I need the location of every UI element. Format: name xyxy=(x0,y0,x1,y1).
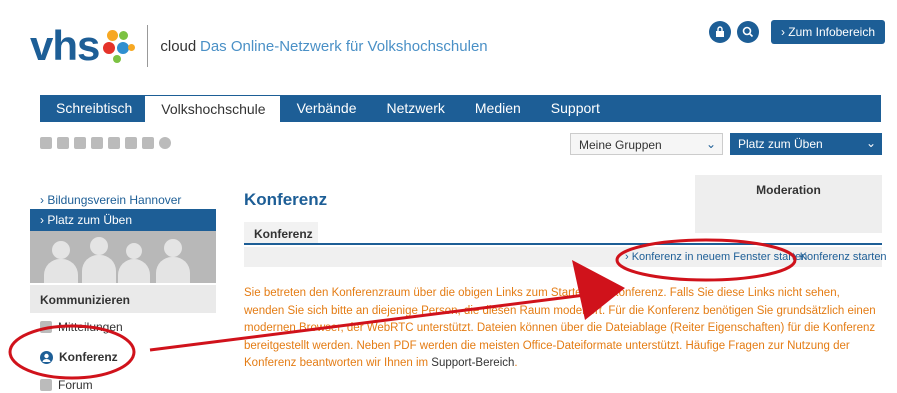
nav-support[interactable]: Support xyxy=(539,95,612,122)
toolbar xyxy=(40,137,171,149)
chevron-down-icon: ⌄ xyxy=(705,137,716,151)
top-actions: › Zum Infobereich xyxy=(708,20,885,44)
help-icon[interactable] xyxy=(159,137,171,149)
lock-icon[interactable] xyxy=(708,21,731,43)
vhs-logo[interactable]: vhs cloud xyxy=(30,22,196,70)
document-icon[interactable] xyxy=(57,137,69,149)
groups-select-value: Meine Gruppen xyxy=(579,138,662,152)
logo-dots-icon xyxy=(101,28,137,64)
start-conference-link[interactable]: › Konferenz starten xyxy=(793,251,887,263)
support-link[interactable]: Support-Bereich xyxy=(431,357,514,369)
members-icon[interactable] xyxy=(74,137,86,149)
place-select-value: Platz zum Üben xyxy=(738,137,823,151)
description-end: . xyxy=(514,357,518,369)
forum-icon xyxy=(40,379,52,391)
logo-wordmark: vhs xyxy=(30,22,100,69)
tab-konferenz[interactable]: Konferenz xyxy=(244,222,318,244)
start-in-new-window-link[interactable]: › Konferenz in neuem Fenster starten xyxy=(625,251,807,263)
description-text: Sie betreten den Konferenzraum über die … xyxy=(244,287,876,369)
page-title: Konferenz xyxy=(244,190,328,209)
pdf-icon[interactable] xyxy=(125,137,137,149)
moderation-panel: Moderation xyxy=(695,175,882,233)
nav-netzwerk[interactable]: Netzwerk xyxy=(375,95,463,122)
bookmark-icon[interactable] xyxy=(91,137,103,149)
logo-sub: cloud xyxy=(160,37,197,55)
sidebar-link-active[interactable]: › Platz zum Üben xyxy=(30,209,216,231)
sidebar-link-org[interactable]: › Bildungsverein Hannover xyxy=(40,193,181,207)
nav-medien[interactable]: Medien xyxy=(463,95,539,122)
chevron-down-icon: ⌄ xyxy=(865,136,876,150)
print-icon[interactable] xyxy=(142,137,154,149)
move-icon[interactable] xyxy=(40,137,52,149)
main-nav: Schreibtisch Volkshochschule Verbände Ne… xyxy=(40,95,881,122)
infobereich-button[interactable]: › Zum Infobereich xyxy=(770,20,885,44)
sidebar-item-label: Mitteilungen xyxy=(58,320,123,334)
nav-schreibtisch[interactable]: Schreibtisch xyxy=(40,95,144,122)
tab-underline xyxy=(244,243,882,245)
conference-description: Sie betreten den Konferenzraum über die … xyxy=(244,285,879,373)
sidebar-item-label: Forum xyxy=(58,378,93,392)
conference-icon xyxy=(40,350,53,364)
logo-divider xyxy=(147,25,149,67)
sidebar-item-forum[interactable]: Forum xyxy=(40,378,93,392)
message-icon xyxy=(40,321,52,333)
sidebar-item-mitteilungen[interactable]: Mitteilungen xyxy=(40,320,123,334)
sidebar-section-title: Kommunizieren xyxy=(30,285,216,313)
nav-volkshochschule[interactable]: Volkshochschule xyxy=(144,95,281,122)
nav-verbaende[interactable]: Verbände xyxy=(281,95,375,122)
place-select[interactable]: Platz zum Üben ⌄ xyxy=(730,133,882,155)
group-image xyxy=(30,231,216,283)
groups-select[interactable]: Meine Gruppen ⌄ xyxy=(570,133,723,155)
share-icon[interactable] xyxy=(108,137,120,149)
search-icon[interactable] xyxy=(736,21,759,43)
sidebar-item-konferenz[interactable]: Konferenz xyxy=(40,350,118,364)
tagline: Das Online-Netzwerk für Volkshochschulen xyxy=(200,38,488,55)
sidebar-item-label: Konferenz xyxy=(59,350,118,364)
